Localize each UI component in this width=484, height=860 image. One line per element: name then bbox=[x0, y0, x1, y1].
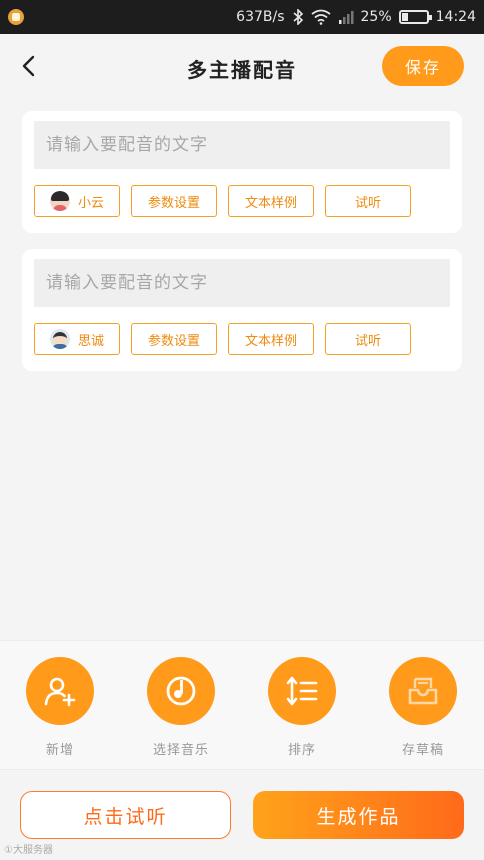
tool-bar: 新增 选择音乐 排序 存草稿 bbox=[0, 640, 484, 770]
segment-options: 小云 参数设置 文本样例 试听 bbox=[34, 185, 411, 217]
sort-circle bbox=[268, 657, 336, 725]
status-bar: 637B/s 25% 14:24 bbox=[0, 0, 484, 34]
add-segment-button[interactable]: 新增 bbox=[5, 657, 115, 758]
bluetooth-icon bbox=[292, 9, 303, 25]
save-draft-button[interactable]: 存草稿 bbox=[368, 657, 478, 758]
voice-name: 小云 bbox=[77, 195, 104, 211]
text-sample-button[interactable]: 文本样例 bbox=[228, 323, 314, 355]
wifi-icon bbox=[310, 9, 331, 25]
save-draft-circle bbox=[389, 657, 457, 725]
voice-segment-card: 小云 参数设置 文本样例 试听 bbox=[22, 111, 462, 233]
segment-options: 思诚 参数设置 文本样例 试听 bbox=[34, 323, 411, 355]
music-disc-icon bbox=[166, 676, 196, 706]
draft-box-icon bbox=[408, 677, 438, 705]
sort-button[interactable]: 排序 bbox=[247, 657, 357, 758]
text-sample-button[interactable]: 文本样例 bbox=[228, 185, 314, 217]
voice-name: 思诚 bbox=[77, 333, 104, 349]
params-settings-button[interactable]: 参数设置 bbox=[131, 185, 217, 217]
sort-label: 排序 bbox=[287, 743, 316, 758]
dub-text-input[interactable] bbox=[34, 259, 450, 307]
select-music-button[interactable]: 选择音乐 bbox=[126, 657, 236, 758]
battery-icon bbox=[398, 10, 432, 24]
avatar bbox=[49, 329, 70, 349]
params-settings-button[interactable]: 参数设置 bbox=[131, 323, 217, 355]
battery-percent: 25% bbox=[360, 9, 392, 25]
nav-bar: 多主播配音 保存 bbox=[0, 34, 484, 98]
select-music-label: 选择音乐 bbox=[152, 743, 209, 758]
notification-app-icon bbox=[8, 9, 24, 25]
status-bar-right: 637B/s 25% 14:24 bbox=[236, 0, 476, 34]
save-button[interactable]: 保存 bbox=[382, 46, 464, 86]
clock: 14:24 bbox=[435, 9, 476, 25]
add-user-icon bbox=[44, 677, 76, 707]
add-segment-circle bbox=[26, 657, 94, 725]
select-music-circle bbox=[147, 657, 215, 725]
bottom-actions: 点击试听 生成作品 ①大服务器 bbox=[0, 771, 484, 860]
avatar bbox=[49, 191, 70, 211]
voice-select-button[interactable]: 思诚 bbox=[34, 323, 120, 355]
voice-segment-card: 思诚 参数设置 文本样例 试听 bbox=[22, 249, 462, 371]
preview-listen-button[interactable]: 试听 bbox=[325, 323, 411, 355]
battery-fill bbox=[401, 13, 408, 21]
voice-select-button[interactable]: 小云 bbox=[34, 185, 120, 217]
add-segment-label: 新增 bbox=[45, 743, 74, 758]
network-speed: 637B/s bbox=[236, 9, 285, 25]
save-draft-label: 存草稿 bbox=[401, 743, 444, 758]
listen-all-button[interactable]: 点击试听 bbox=[20, 791, 231, 839]
dub-text-input[interactable] bbox=[34, 121, 450, 169]
signal-icon bbox=[338, 11, 354, 24]
generate-work-button[interactable]: 生成作品 bbox=[253, 791, 464, 839]
preview-listen-button[interactable]: 试听 bbox=[325, 185, 411, 217]
sort-icon bbox=[286, 676, 318, 706]
watermark: ①大服务器 bbox=[4, 845, 53, 856]
